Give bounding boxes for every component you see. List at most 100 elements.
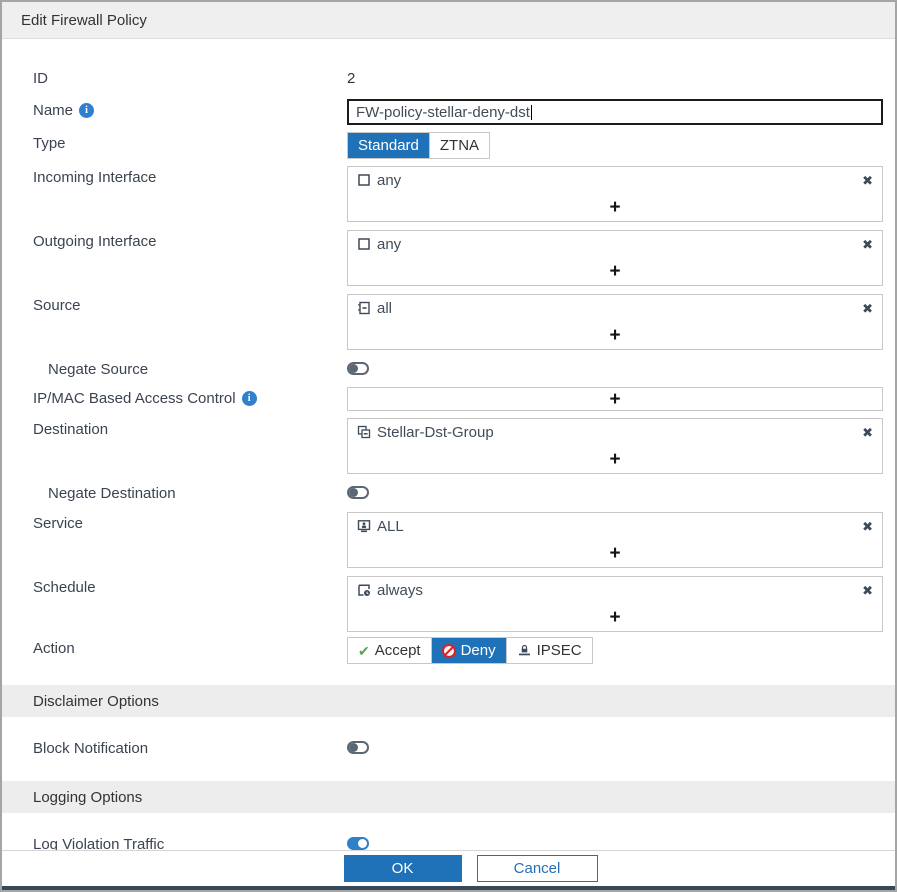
- section-title: Logging Options: [33, 789, 142, 806]
- outgoing-interface-entry[interactable]: any ✖: [348, 231, 882, 257]
- entry-name: all: [377, 300, 392, 317]
- schedule-add-button[interactable]: +: [348, 603, 882, 631]
- incoming-interface-add-button[interactable]: +: [348, 193, 882, 221]
- type-option-standard[interactable]: Standard: [348, 133, 429, 158]
- type-option-ztna[interactable]: ZTNA: [429, 133, 489, 158]
- name-input-value: FW-policy-stellar-deny-dst: [356, 104, 530, 121]
- action-segmented-control: ✔ Accept Deny: [347, 637, 593, 664]
- remove-entry-icon[interactable]: ✖: [862, 302, 873, 315]
- destination-selector: Stellar-Dst-Group ✖ +: [347, 418, 883, 474]
- cancel-button[interactable]: Cancel: [477, 855, 598, 882]
- section-logging-options: Logging Options: [2, 781, 895, 813]
- id-label: ID: [33, 67, 347, 87]
- service-add-button[interactable]: +: [348, 539, 882, 567]
- ipsec-lock-icon: [517, 644, 532, 657]
- address-icon: [357, 301, 371, 315]
- add-icon: +: [609, 198, 620, 217]
- add-icon: +: [609, 262, 620, 281]
- outgoing-interface-label: Outgoing Interface: [33, 230, 347, 250]
- schedule-selector: always ✖ +: [347, 576, 883, 632]
- dialog-bottom-accent-bar: [2, 886, 895, 890]
- add-icon: +: [609, 544, 620, 563]
- incoming-interface-selector: any ✖ +: [347, 166, 883, 222]
- source-selector: all ✖ +: [347, 294, 883, 350]
- toggle-knob: [349, 364, 358, 373]
- row-source: Source all ✖: [2, 294, 895, 350]
- row-action: Action ✔ Accept Deny: [2, 637, 895, 664]
- row-service: Service ALL ✖: [2, 512, 895, 568]
- deny-icon: [442, 644, 456, 658]
- row-incoming-interface: Incoming Interface any ✖ +: [2, 166, 895, 222]
- row-block-notification: Block Notification: [2, 737, 895, 757]
- destination-add-button[interactable]: +: [348, 445, 882, 473]
- remove-entry-icon[interactable]: ✖: [862, 584, 873, 597]
- negate-source-toggle[interactable]: [347, 362, 369, 375]
- outgoing-interface-add-button[interactable]: +: [348, 257, 882, 285]
- ip-mac-add-button[interactable]: +: [348, 388, 882, 410]
- toggle-knob: [349, 488, 358, 497]
- block-notification-toggle[interactable]: [347, 741, 369, 754]
- add-icon: +: [609, 450, 620, 469]
- source-entry[interactable]: all ✖: [348, 295, 882, 321]
- row-schedule: Schedule always ✖: [2, 576, 895, 632]
- action-option-ipsec[interactable]: IPSEC: [506, 638, 592, 663]
- negate-destination-toggle[interactable]: [347, 486, 369, 499]
- schedule-icon: [357, 583, 371, 597]
- schedule-label: Schedule: [33, 576, 347, 596]
- action-option-deny[interactable]: Deny: [431, 638, 506, 663]
- service-icon: [357, 519, 371, 533]
- name-input[interactable]: FW-policy-stellar-deny-dst: [347, 99, 883, 125]
- dialog-title: Edit Firewall Policy: [21, 12, 147, 29]
- service-label: Service: [33, 512, 347, 532]
- incoming-interface-entry[interactable]: any ✖: [348, 167, 882, 193]
- row-negate-destination: Negate Destination: [2, 482, 895, 502]
- entry-name: always: [377, 582, 423, 599]
- remove-entry-icon[interactable]: ✖: [862, 520, 873, 533]
- block-notification-label: Block Notification: [33, 737, 347, 757]
- entry-name: ALL: [377, 518, 404, 535]
- ip-mac-access-control-label: IP/MAC Based Access Control i: [33, 387, 347, 407]
- toggle-knob: [349, 743, 358, 752]
- interface-icon: [357, 173, 371, 187]
- row-ip-mac-access-control: IP/MAC Based Access Control i +: [2, 387, 895, 411]
- dialog-titlebar: Edit Firewall Policy: [2, 2, 895, 39]
- remove-entry-icon[interactable]: ✖: [862, 174, 873, 187]
- add-icon: +: [609, 390, 620, 409]
- add-icon: +: [609, 326, 620, 345]
- row-type: Type Standard ZTNA: [2, 132, 895, 159]
- ip-mac-selector: +: [347, 387, 883, 411]
- schedule-entry[interactable]: always ✖: [348, 577, 882, 603]
- destination-entry[interactable]: Stellar-Dst-Group ✖: [348, 419, 882, 445]
- row-outgoing-interface: Outgoing Interface any ✖ +: [2, 230, 895, 286]
- service-entry[interactable]: ALL ✖: [348, 513, 882, 539]
- log-violation-traffic-toggle[interactable]: [347, 837, 369, 850]
- accept-check-icon: ✔: [358, 644, 370, 658]
- toggle-knob: [358, 839, 367, 848]
- section-title: Disclaimer Options: [33, 693, 159, 710]
- edit-firewall-policy-dialog: Edit Firewall Policy ID 2 Name i FW-poli…: [0, 0, 897, 892]
- name-label: Name i: [33, 99, 347, 119]
- action-label: Action: [33, 637, 347, 657]
- address-group-icon: [357, 425, 371, 439]
- negate-source-label: Negate Source: [33, 358, 347, 378]
- row-name: Name i FW-policy-stellar-deny-dst: [2, 99, 895, 125]
- remove-entry-icon[interactable]: ✖: [862, 238, 873, 251]
- action-option-accept[interactable]: ✔ Accept: [348, 638, 431, 663]
- negate-destination-label: Negate Destination: [33, 482, 347, 502]
- destination-label: Destination: [33, 418, 347, 438]
- row-destination: Destination Stellar-Dst-Group ✖: [2, 418, 895, 474]
- outgoing-interface-selector: any ✖ +: [347, 230, 883, 286]
- ok-button[interactable]: OK: [344, 855, 462, 882]
- entry-name: any: [377, 236, 401, 253]
- id-value: 2: [347, 67, 883, 87]
- name-info-icon[interactable]: i: [79, 103, 94, 118]
- remove-entry-icon[interactable]: ✖: [862, 426, 873, 439]
- dialog-footer: OK Cancel: [2, 850, 895, 886]
- ip-mac-info-icon[interactable]: i: [242, 391, 257, 406]
- type-label: Type: [33, 132, 347, 152]
- source-label: Source: [33, 294, 347, 314]
- source-add-button[interactable]: +: [348, 321, 882, 349]
- interface-icon: [357, 237, 371, 251]
- entry-name: any: [377, 172, 401, 189]
- service-selector: ALL ✖ +: [347, 512, 883, 568]
